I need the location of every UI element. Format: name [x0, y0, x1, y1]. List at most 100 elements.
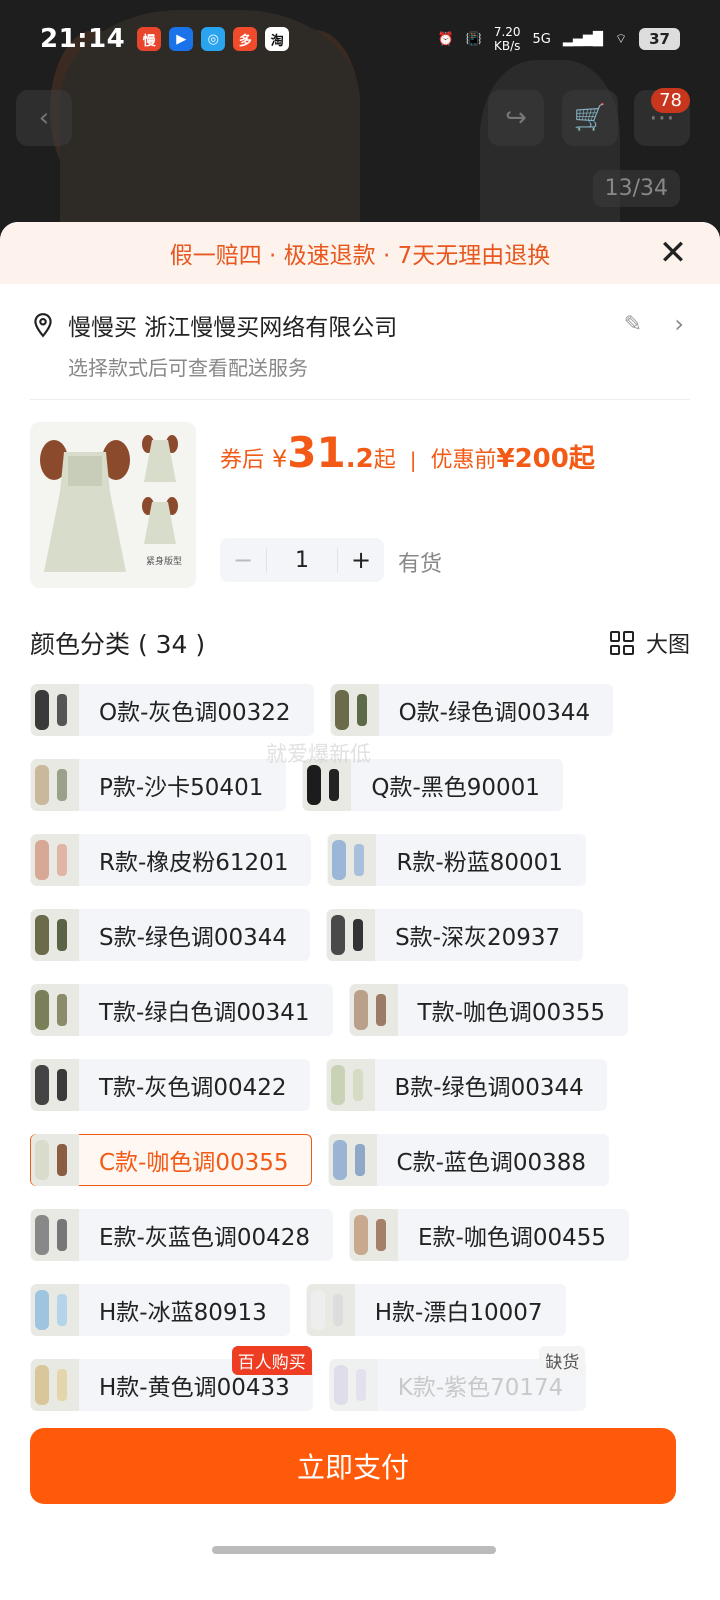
chat-app-icon: ◎	[201, 27, 226, 51]
category-header: 颜色分类 ( 34 ) 大图	[0, 612, 720, 674]
net-speed: 7.20 KB/s	[494, 25, 521, 53]
price-decimal: .2	[345, 444, 374, 474]
color-option[interactable]: H款-黄色调00433 百人购买	[30, 1346, 313, 1411]
color-option[interactable]: H款-冰蓝80913	[30, 1284, 290, 1336]
delivery-address[interactable]: 慢慢买 浙江慢慢买网络有限公司 选择款式后可查看配送服务 ✎ ›	[30, 284, 690, 400]
option-label: O款-灰色调00322	[99, 700, 291, 726]
quantity-stepper: − 1 +	[220, 538, 384, 582]
color-options: O款-灰色调00322 O款-绿色调00344 P款-沙卡50401 Q款-黑色900…	[0, 674, 720, 1411]
option-thumbnail	[31, 759, 79, 811]
color-option[interactable]: T款-灰色调00422	[30, 1059, 310, 1111]
price-suffix: 起	[373, 448, 396, 473]
clock: 21:14	[40, 24, 126, 54]
color-option[interactable]: T款-绿白色调00341	[30, 984, 333, 1036]
thumbnail-caption: 紧身版型	[146, 557, 183, 567]
increase-button[interactable]: +	[338, 546, 384, 574]
chevron-right-icon[interactable]: ›	[674, 310, 684, 338]
option-thumbnail	[31, 984, 79, 1036]
signal-icon: ▂▄▆█	[562, 31, 603, 47]
option-thumbnail	[349, 984, 398, 1036]
option-label: H款-漂白10007	[374, 1300, 543, 1326]
big-image-toggle[interactable]: 大图	[609, 627, 690, 659]
top-nav: ‹ ↪ 🛒 ⋯ 78	[16, 88, 706, 146]
dress-image-secondary	[480, 60, 620, 240]
option-thumbnail	[31, 684, 79, 736]
currency-symbol: ¥	[272, 445, 288, 473]
price-row: 券后 ¥ 31 .2 起 | 优惠前 ¥200起	[220, 428, 595, 477]
original-price: ¥200起	[497, 438, 595, 475]
option-label: R款-橡皮粉61201	[99, 850, 289, 876]
taobao-app-icon: 淘	[265, 27, 290, 51]
color-option[interactable]: R款-橡皮粉61201	[30, 834, 312, 886]
option-label: C款-蓝色调00388	[396, 1150, 587, 1176]
wifi-icon: ⌔	[614, 32, 628, 47]
option-label: B款-绿色调00344	[394, 1075, 584, 1101]
option-thumbnail	[329, 1359, 378, 1411]
feishu-app-icon: ▶	[169, 27, 194, 51]
price-integer: 31	[287, 428, 346, 477]
option-thumbnail	[306, 1284, 355, 1336]
option-label: T款-灰色调00422	[99, 1075, 287, 1101]
option-thumbnail	[31, 1134, 79, 1186]
option-thumbnail	[327, 909, 376, 961]
big-image-label: 大图	[645, 633, 690, 658]
option-label: K款-紫色70174	[397, 1375, 564, 1401]
color-option[interactable]: R款-粉蓝80001	[327, 834, 586, 886]
option-thumbnail	[31, 909, 79, 961]
price-label: 券后	[220, 448, 265, 473]
notification-app-icons: 慢 ▶ ◎ 多淘	[137, 27, 290, 51]
option-thumbnail	[31, 1359, 79, 1411]
color-option[interactable]: O款-灰色调00322	[30, 684, 314, 736]
delivery-hint: 选择款式后可查看配送服务	[68, 356, 308, 380]
option-thumbnail	[31, 834, 79, 886]
net-speed-unit: KB/s	[493, 39, 521, 53]
cart-badge: 78	[651, 88, 690, 113]
edit-icon[interactable]: ✎	[624, 312, 642, 337]
option-label: E款-咖色调00455	[418, 1225, 606, 1251]
color-option[interactable]: C款-咖色调00355	[30, 1134, 312, 1186]
out-of-stock-badge: 缺货	[539, 1346, 586, 1375]
original-price-label: 优惠前	[430, 448, 497, 473]
pinduoduo-app-icon: 多	[233, 27, 258, 51]
color-option[interactable]: H款-漂白10007	[305, 1284, 566, 1336]
option-label: T款-咖色调00355	[417, 1000, 606, 1026]
cart-icon[interactable]: 🛒	[562, 90, 618, 146]
color-option[interactable]: T款-咖色调00355	[348, 984, 629, 1036]
quantity-value[interactable]: 1	[266, 547, 338, 573]
decrease-button[interactable]: −	[220, 546, 266, 574]
pay-now-button[interactable]: 立即支付	[30, 1428, 676, 1504]
color-option[interactable]: E款-咖色调00455	[349, 1209, 629, 1261]
price-divider: |	[409, 448, 417, 472]
option-label: T款-绿白色调00341	[99, 1000, 310, 1026]
category-title: 颜色分类 ( 34 )	[30, 630, 206, 659]
back-icon[interactable]: ‹	[16, 90, 72, 146]
product-thumbnail[interactable]: 紧身版型	[30, 422, 196, 588]
sku-selection-sheet: 假一赔四 · 极速退款 · 7天无理由退换 ✕ 慢慢买 浙江慢慢买网络有限公司 …	[0, 222, 720, 1600]
net-speed-value: 7.20	[493, 25, 521, 39]
option-thumbnail	[328, 834, 377, 886]
option-label: E款-灰蓝色调00428	[99, 1225, 310, 1251]
status-bar: 21:14 慢 ▶ ◎ 多淘 ⏰ 📳 7.20 KB/s 5G ▂▄▆█ ⌔ 37	[0, 0, 720, 78]
option-label: S款-绿色调00344	[99, 925, 288, 951]
option-label: Q款-黑色90001	[371, 775, 540, 801]
image-page-indicator: 13/34	[592, 170, 680, 207]
color-option[interactable]: S款-绿色调00344	[30, 909, 311, 961]
color-option[interactable]: E款-灰蓝色调00428	[30, 1209, 333, 1261]
color-option[interactable]: C款-蓝色调00388	[327, 1134, 610, 1186]
grid-icon	[609, 631, 634, 655]
color-option[interactable]: O款-绿色调00344	[329, 684, 614, 736]
battery-icon: 37	[639, 28, 680, 50]
option-thumbnail	[31, 1209, 79, 1261]
color-option[interactable]: P款-沙卡50401	[30, 759, 287, 811]
option-thumbnail	[330, 684, 379, 736]
home-indicator[interactable]	[212, 1546, 496, 1554]
product-summary: 紧身版型 券后 ¥ 31 .2 起 | 优惠前 ¥200起 − 1 + 有货	[0, 400, 720, 612]
share-icon[interactable]: ↪	[488, 90, 544, 146]
close-icon[interactable]: ✕	[656, 236, 690, 270]
option-thumbnail	[328, 1134, 377, 1186]
watermark: 就爱爆新低	[266, 742, 371, 766]
color-option[interactable]: B款-绿色调00344	[325, 1059, 607, 1111]
popular-badge: 百人购买	[231, 1346, 312, 1375]
option-label: H款-冰蓝80913	[99, 1300, 267, 1326]
color-option[interactable]: S款-深灰20937	[326, 909, 584, 961]
